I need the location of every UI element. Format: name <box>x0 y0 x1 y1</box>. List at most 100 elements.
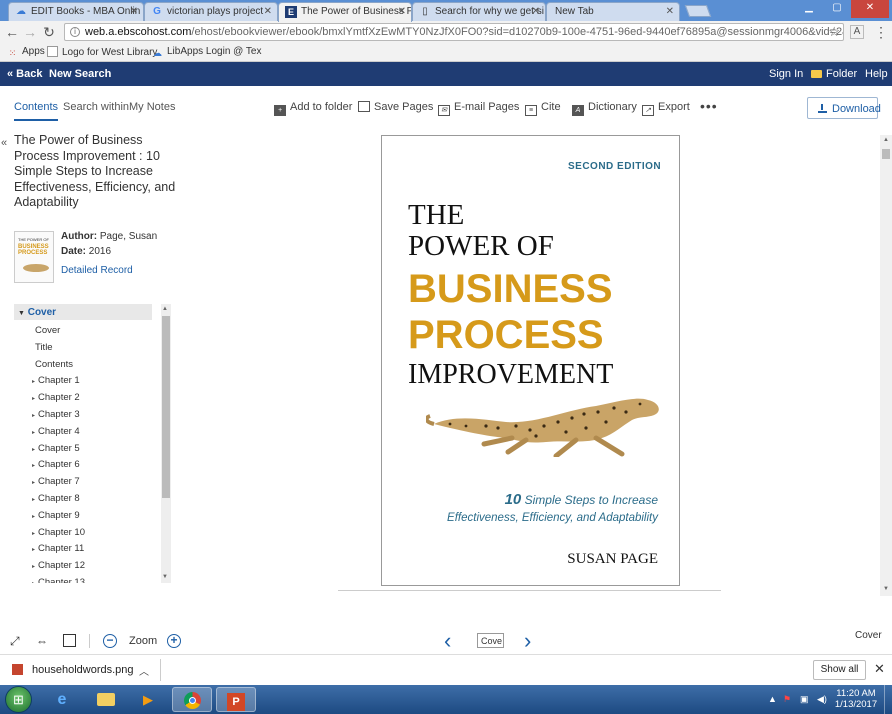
sign-in-link[interactable]: Sign In <box>769 68 803 80</box>
previous-page-icon[interactable]: ‹ <box>444 628 451 654</box>
email-pages-button[interactable]: ✉ E-mail Pages <box>438 101 519 116</box>
bookmark-apps[interactable]: ⁙ Apps <box>7 46 45 59</box>
info-icon[interactable]: i <box>70 27 80 37</box>
show-hidden-icons[interactable]: ▲ <box>768 694 777 704</box>
back-arrow-icon[interactable]: ← <box>4 24 20 40</box>
toc-item[interactable]: ▸ Chapter 1 <box>32 375 80 386</box>
toc-item[interactable]: ▸ Chapter 2 <box>32 392 80 403</box>
book-title: The Power of Business Process Improvemen… <box>14 133 176 209</box>
toc-scrollbar[interactable]: ▲ ▼ <box>161 304 171 583</box>
forward-arrow-icon[interactable]: → <box>22 24 38 40</box>
browser-tab-search[interactable]: ▯ Search for why we get si ✕ <box>412 2 546 21</box>
windows-start-icon[interactable]: ⊞ <box>5 686 32 713</box>
toc-item[interactable]: ▸ Chapter 4 <box>32 426 80 437</box>
thumbnail-title: THE POWER OF <box>18 237 49 242</box>
toc-item[interactable]: ▸ Chapter 12 <box>32 560 85 571</box>
toc-item[interactable]: ▸ Chapter 5 <box>32 443 80 454</box>
new-search-link[interactable]: New Search <box>49 68 111 80</box>
toc-item[interactable]: ▸ Chapter 3 <box>32 409 80 420</box>
system-clock[interactable]: 11:20 AM 1/13/2017 <box>832 688 880 710</box>
explorer-folder-icon[interactable] <box>86 687 126 712</box>
close-icon[interactable]: ✕ <box>398 6 406 17</box>
toc-item[interactable]: ▸ Chapter 7 <box>32 476 80 487</box>
close-icon[interactable]: ✕ <box>264 6 272 17</box>
network-icon[interactable]: ▣ <box>800 694 809 705</box>
minimize-button[interactable]: ▁ <box>795 0 823 18</box>
viewer-scrollbar[interactable]: ▲ ▼ <box>880 135 892 596</box>
scroll-up-icon[interactable]: ▲ <box>162 306 168 312</box>
close-icon[interactable]: ✕ <box>874 661 885 677</box>
help-link[interactable]: Help <box>865 68 888 80</box>
page-number-input[interactable]: Cove <box>477 633 504 648</box>
save-pages-button[interactable]: Save Pages <box>358 101 433 113</box>
more-options-icon[interactable]: ••• <box>700 98 718 114</box>
zoom-in-icon[interactable]: + <box>167 634 181 648</box>
close-icon[interactable]: ✕ <box>130 6 138 17</box>
back-link[interactable]: « Back <box>7 68 42 80</box>
browser-tab-new-tab[interactable]: New Tab ✕ <box>546 2 680 21</box>
bookmark-libapps[interactable]: ☁ LibApps Login @ Tex <box>152 46 261 59</box>
toc-item[interactable]: ▸ Chapter 9 <box>32 510 80 521</box>
volume-icon[interactable]: ◀) <box>817 694 827 705</box>
ebook-page[interactable]: SECOND EDITION THE POWER OF BUSINESS PRO… <box>381 135 680 586</box>
toc-item[interactable]: Title <box>35 342 53 353</box>
download-item[interactable]: householdwords.png <box>12 664 134 676</box>
toc-item[interactable]: ▸ Chapter 11 <box>32 543 84 554</box>
close-icon[interactable]: ✕ <box>666 6 674 17</box>
reload-icon[interactable]: ↻ <box>41 24 57 40</box>
menu-icon[interactable]: ⋮ <box>873 24 889 40</box>
action-center-icon[interactable]: ⚑ <box>783 694 791 705</box>
toolbar-divider <box>89 634 90 648</box>
fullscreen-icon[interactable]: ⤢ <box>10 634 20 649</box>
fit-page-icon[interactable] <box>63 634 76 647</box>
maximize-button[interactable]: ▢ <box>823 0 851 18</box>
show-all-button[interactable]: Show all <box>813 660 866 680</box>
toc-scroll-thumb[interactable] <box>162 316 170 498</box>
scroll-down-icon[interactable]: ▼ <box>883 586 889 592</box>
browser-tab-power-of-business[interactable]: E The Power of Business Pr ✕ <box>278 2 412 22</box>
scroll-up-icon[interactable]: ▲ <box>883 137 889 143</box>
browser-tab-victorian-plays[interactable]: G victorian plays project - ✕ <box>144 2 278 21</box>
folder-link[interactable]: Folder <box>811 68 857 80</box>
add-to-folder-button[interactable]: + Add to folder <box>274 101 352 116</box>
next-page-icon[interactable]: › <box>524 628 531 654</box>
toc-item[interactable]: ▸ Chapter 10 <box>32 527 85 538</box>
scroll-down-icon[interactable]: ▼ <box>162 574 168 580</box>
toc-item[interactable]: Cover <box>35 325 60 336</box>
cite-button[interactable]: ≡ Cite <box>525 101 561 116</box>
collapse-panel-icon[interactable]: « <box>1 137 7 149</box>
browser-toolbar: ← → ↻ i web.a.ebscohost.com/ehost/ebookv… <box>0 21 892 43</box>
toc-item[interactable]: Contents <box>35 359 73 370</box>
fit-width-icon[interactable]: ⇔ <box>36 634 48 648</box>
address-bar[interactable]: i web.a.ebscohost.com/ehost/ebookviewer/… <box>64 23 844 41</box>
powerpoint-icon[interactable]: P <box>216 687 256 712</box>
chevron-up-icon[interactable]: ︿ <box>139 663 149 678</box>
extension-icon[interactable]: A <box>850 25 864 39</box>
close-icon[interactable]: ✕ <box>532 6 540 17</box>
tab-contents[interactable]: Contents <box>14 101 59 121</box>
viewer-scroll-thumb[interactable] <box>882 149 890 159</box>
show-desktop-button[interactable] <box>884 685 892 714</box>
dictionary-button[interactable]: A Dictionary <box>572 101 637 116</box>
star-icon[interactable]: ☆ <box>828 24 840 40</box>
tab-my-notes[interactable]: My Notes <box>129 101 175 113</box>
export-button[interactable]: ↗ Export <box>642 101 690 116</box>
chrome-icon[interactable] <box>172 687 212 712</box>
toc-item[interactable]: ▸Chapter 13 <box>32 577 85 583</box>
zoom-out-icon[interactable]: − <box>103 634 117 648</box>
media-player-icon[interactable]: ▶ <box>128 687 168 712</box>
tab-search-within[interactable]: Search within <box>63 101 129 113</box>
detailed-record-link[interactable]: Detailed Record <box>61 265 133 276</box>
toc-item[interactable]: ▸ Chapter 8 <box>32 493 80 504</box>
toc-item[interactable]: ▸ Chapter 6 <box>32 459 80 470</box>
toc-item-label: Chapter 4 <box>38 425 80 437</box>
ie-icon[interactable]: e <box>42 687 82 712</box>
bookmark-west-library[interactable]: Logo for West Library <box>47 46 157 58</box>
new-tab-button[interactable] <box>684 5 712 17</box>
book-thumbnail[interactable]: THE POWER OF BUSINESS PROCESS <box>14 231 54 283</box>
image-file-icon <box>12 664 23 675</box>
close-window-button[interactable]: ✕ <box>851 0 889 18</box>
download-button[interactable]: Download <box>807 97 881 119</box>
browser-tab-edit-books[interactable]: ☁ EDIT Books - MBA Onlin ✕ <box>8 2 144 21</box>
toc-section-cover[interactable]: ▼ Cover <box>14 304 152 320</box>
